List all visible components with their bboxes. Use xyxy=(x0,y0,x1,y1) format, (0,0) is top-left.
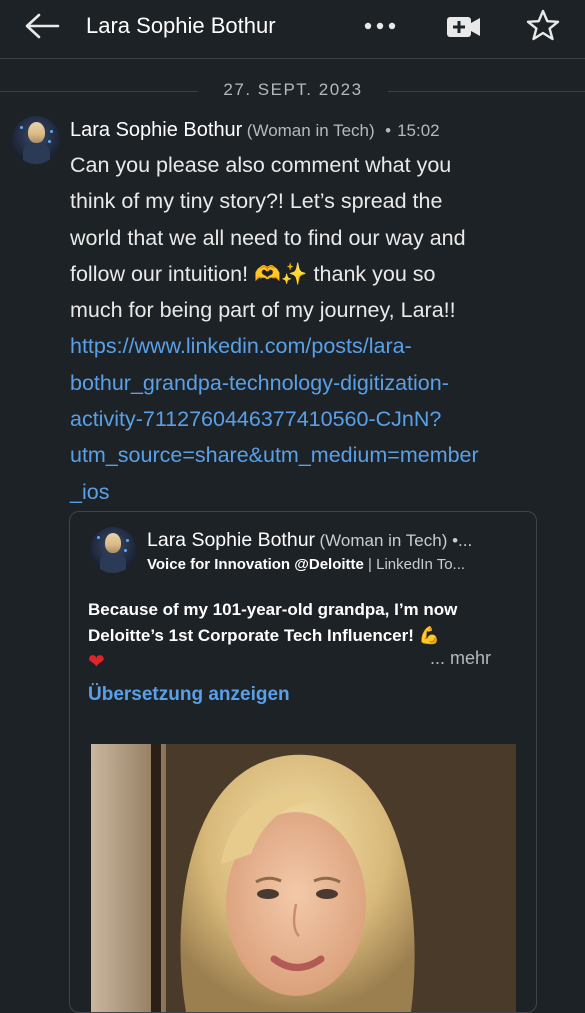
more-horizontal-icon xyxy=(364,22,396,30)
message-text-line: think of my tiny story?! Let’s spread th… xyxy=(70,189,443,214)
message-link[interactable]: _ios xyxy=(70,474,550,510)
sender-avatar[interactable] xyxy=(12,116,60,164)
message-body: Can you please also comment what you thi… xyxy=(70,147,550,510)
post-author-name[interactable]: Lara Sophie Bothur xyxy=(147,529,315,551)
star-icon xyxy=(526,9,560,41)
divider-line xyxy=(0,91,198,92)
message-link[interactable]: utm_source=share&utm_medium=member xyxy=(70,437,550,473)
post-text-line: Deloitte’s 1st Corporate Tech Influencer… xyxy=(88,623,528,649)
message-link[interactable]: bothur_grandpa-technology-digitization- xyxy=(70,365,550,401)
post-author-role-rest: | LinkedIn To... xyxy=(363,556,466,573)
more-options-button[interactable] xyxy=(362,12,402,40)
post-author-line: Lara Sophie Bothur (Woman in Tech) •... xyxy=(147,529,527,552)
post-author-role: Voice for Innovation @Deloitte xyxy=(147,556,364,573)
video-call-button[interactable] xyxy=(444,12,484,42)
message-link[interactable]: activity-7112760446377410560-CJnN? xyxy=(70,401,550,437)
date-separator: 27. SEPT. 2023 xyxy=(0,80,585,102)
message-text-line: follow our intuition! 🫶✨ thank you so xyxy=(70,261,436,286)
sender-headline: (Woman in Tech) xyxy=(246,121,375,140)
divider-line xyxy=(388,91,585,92)
message-link[interactable]: https://www.linkedin.com/posts/lara- xyxy=(70,328,550,364)
post-text-line-content: Deloitte’s 1st Corporate Tech Influencer… xyxy=(88,626,419,645)
star-button[interactable] xyxy=(524,8,564,44)
conversation-title[interactable]: Lara Sophie Bothur xyxy=(86,13,276,39)
post-image[interactable] xyxy=(91,744,516,1012)
message-text-line: Can you please also comment what you xyxy=(70,153,452,177)
back-arrow-icon xyxy=(25,13,60,39)
post-text-line: Because of my 101-year-old grandpa, I’m … xyxy=(88,600,458,619)
message-time: 15:02 xyxy=(397,121,440,140)
message-text-line: much for being part of my journey, Lara!… xyxy=(70,298,456,323)
post-author-subline: Voice for Innovation @Deloitte | LinkedI… xyxy=(147,556,519,573)
header-divider xyxy=(0,58,585,59)
conversation-header: Lara Sophie Bothur xyxy=(0,0,585,54)
see-more-link[interactable]: ... mehr xyxy=(430,648,491,669)
flexed-biceps-emoji: 💪 xyxy=(418,626,440,645)
sender-name[interactable]: Lara Sophie Bothur xyxy=(70,119,242,141)
separator-dot: • xyxy=(385,121,392,140)
message-text-line: world that we all need to find our way a… xyxy=(70,225,466,250)
back-button[interactable] xyxy=(22,10,62,42)
video-call-icon xyxy=(447,17,480,37)
date-label: 27. SEPT. 2023 xyxy=(223,80,363,99)
message-sender-line: Lara Sophie Bothur (Woman in Tech) • 15:0… xyxy=(70,119,440,142)
shared-post-card[interactable]: Lara Sophie Bothur (Woman in Tech) •... … xyxy=(69,511,537,1013)
post-author-headline: (Woman in Tech) •... xyxy=(319,531,473,550)
post-author-avatar[interactable] xyxy=(90,527,136,573)
show-translation-link[interactable]: Übersetzung anzeigen xyxy=(88,684,290,706)
portrait-photo xyxy=(91,744,516,1012)
